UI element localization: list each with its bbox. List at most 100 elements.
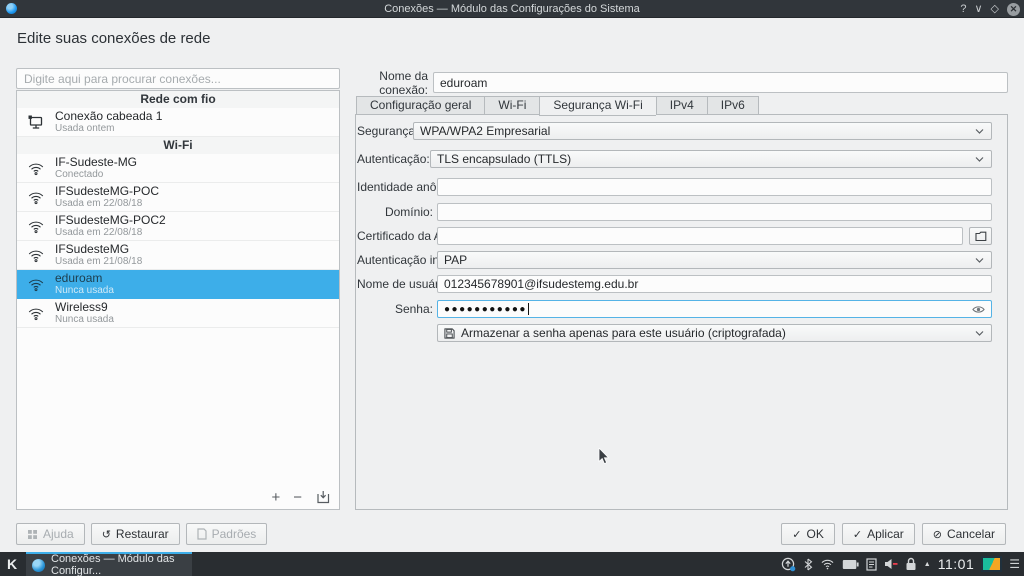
apply-button[interactable]: ✓ Aplicar (842, 523, 915, 545)
domain-label: Domínio: (357, 205, 433, 219)
password-input[interactable]: ●●●●●●●●●●● (437, 300, 992, 318)
connection-name: IFSudesteMG-POC2 (55, 214, 166, 227)
ca-certificate-input[interactable] (437, 227, 963, 245)
mouse-cursor (598, 448, 610, 465)
list-item-wifi[interactable]: IFSudesteMG-POC2 Usada em 22/08/18 (17, 212, 339, 241)
export-connection-icon[interactable] (315, 489, 331, 505)
text-caret (528, 303, 529, 315)
wired-network-icon (27, 113, 45, 131)
taskbar: K Conexões — Módulo das Configur... (0, 552, 1024, 576)
security-value: WPA/WPA2 Empresarial (420, 124, 550, 138)
list-item-wifi[interactable]: IFSudesteMG Usada em 21/08/18 (17, 241, 339, 270)
password-storage-value: Armazenar a senha apenas para este usuár… (461, 326, 786, 340)
help-grid-icon (27, 529, 38, 540)
inner-authentication-select[interactable]: PAP (437, 251, 992, 269)
inner-authentication-value: PAP (444, 253, 467, 267)
help-button-label: Ajuda (43, 527, 74, 541)
connection-status: Usada em 22/08/18 (55, 198, 159, 210)
inner-authentication-label: Autenticação interna: (357, 253, 433, 267)
connection-name: IFSudesteMG-POC (55, 185, 159, 198)
connection-name: Conexão cabeada 1 (55, 110, 162, 123)
app-launcher-button[interactable]: K (0, 552, 24, 576)
ca-certificate-label: Certificado da AC: (357, 229, 433, 243)
chevron-down-icon (975, 330, 984, 337)
tray-expander-icon[interactable]: ▲ (924, 561, 931, 568)
tab-wifi[interactable]: Wi-Fi (484, 96, 539, 115)
connection-status: Usada ontem (55, 123, 162, 135)
list-item-wifi[interactable]: IFSudesteMG-POC Usada em 22/08/18 (17, 183, 339, 212)
page-title: Edite suas conexões de rede (17, 30, 210, 47)
tab-general[interactable]: Configuração geral (356, 96, 484, 115)
bluetooth-tray-icon[interactable] (803, 558, 813, 571)
authentication-label: Autenticação: (357, 152, 426, 166)
list-item-wired[interactable]: Conexão cabeada 1 Usada ontem (17, 108, 339, 137)
connection-status: Nunca usada (55, 314, 114, 326)
tab-wifi-security[interactable]: Segurança Wi-Fi (539, 96, 655, 116)
wifi-icon (27, 275, 45, 293)
desktop-pager-widget[interactable] (981, 556, 1002, 572)
domain-input[interactable] (437, 203, 992, 221)
list-item-wifi[interactable]: IF-Sudeste-MG Conectado (17, 154, 339, 183)
connection-list: Rede com fio Conexão cabeada 1 Usada ont… (16, 90, 340, 510)
maximize-icon[interactable]: ◇ (991, 0, 999, 18)
minimize-icon[interactable]: ∨ (974, 0, 982, 18)
clipboard-tray-icon[interactable] (866, 558, 877, 571)
save-disk-icon (444, 328, 455, 339)
list-item-wifi[interactable]: Wireless9 Nunca usada (17, 299, 339, 328)
security-label: Segurança: (357, 124, 409, 138)
add-connection-button[interactable]: + (271, 490, 280, 505)
ok-button[interactable]: ✓ OK (781, 523, 835, 545)
lock-tray-icon[interactable] (905, 557, 917, 571)
apply-button-label: Aplicar (867, 527, 904, 541)
chevron-down-icon (975, 257, 984, 264)
connection-name: IFSudesteMG (55, 243, 142, 256)
tab-ipv4[interactable]: IPv4 (656, 96, 707, 115)
wifi-icon (27, 188, 45, 206)
close-icon[interactable]: ✕ (1007, 3, 1020, 16)
connection-name: Wireless9 (55, 301, 114, 314)
anonymous-identity-input[interactable] (437, 178, 992, 196)
connection-status: Usada em 21/08/18 (55, 256, 142, 268)
password-dots: ●●●●●●●●●●● (444, 304, 527, 315)
panel-menu-icon[interactable]: ☰ (1009, 557, 1020, 571)
reset-button[interactable]: ↺ Restaurar (91, 523, 180, 545)
wifi-security-form: Segurança: WPA/WPA2 Empresarial Autentic… (355, 114, 1008, 510)
security-select[interactable]: WPA/WPA2 Empresarial (413, 122, 992, 140)
task-title: Conexões — Módulo das Configur... (51, 553, 186, 576)
remove-connection-button[interactable]: − (293, 490, 302, 505)
editor-tabs: Configuração geral Wi-Fi Segurança Wi-Fi… (356, 96, 759, 115)
show-password-eye-icon[interactable] (972, 304, 985, 315)
check-icon: ✓ (853, 528, 862, 541)
cancel-button[interactable]: ⊘ Cancelar (922, 523, 1006, 545)
authentication-select[interactable]: TLS encapsulado (TTLS) (430, 150, 992, 168)
defaults-document-icon (197, 528, 207, 540)
connection-status: Conectado (55, 169, 137, 181)
ok-button-label: OK (807, 527, 824, 541)
list-item-wifi-selected[interactable]: eduroam Nunca usada (17, 270, 339, 299)
tab-ipv6[interactable]: IPv6 (707, 96, 759, 115)
connection-status: Nunca usada (55, 285, 114, 297)
task-app-icon (32, 559, 45, 572)
search-input[interactable] (16, 68, 340, 89)
battery-tray-icon[interactable] (842, 559, 859, 570)
window-title: Conexões — Módulo das Configurações do S… (0, 3, 1024, 15)
connection-name-label: Nome da conexão: (356, 69, 428, 97)
check-icon: ✓ (792, 528, 801, 541)
wifi-tray-icon[interactable] (820, 558, 835, 570)
connection-name-input[interactable] (433, 72, 1008, 93)
cancel-button-label: Cancelar (947, 527, 995, 541)
password-label: Senha: (357, 302, 433, 316)
taskbar-task-connections[interactable]: Conexões — Módulo das Configur... (26, 552, 192, 576)
username-input[interactable] (437, 275, 992, 293)
wifi-icon (27, 159, 45, 177)
wifi-icon (27, 246, 45, 264)
browse-certificate-button[interactable] (969, 227, 992, 245)
help-icon[interactable]: ? (960, 0, 966, 18)
clock[interactable]: 11:01 (938, 556, 975, 572)
password-storage-select[interactable]: Armazenar a senha apenas para este usuár… (437, 324, 992, 342)
defaults-button[interactable]: Padrões (186, 523, 268, 545)
updates-tray-icon[interactable] (781, 557, 796, 572)
titlebar: Conexões — Módulo das Configurações do S… (0, 0, 1024, 18)
volume-muted-tray-icon[interactable] (884, 558, 898, 570)
help-button[interactable]: Ajuda (16, 523, 85, 545)
